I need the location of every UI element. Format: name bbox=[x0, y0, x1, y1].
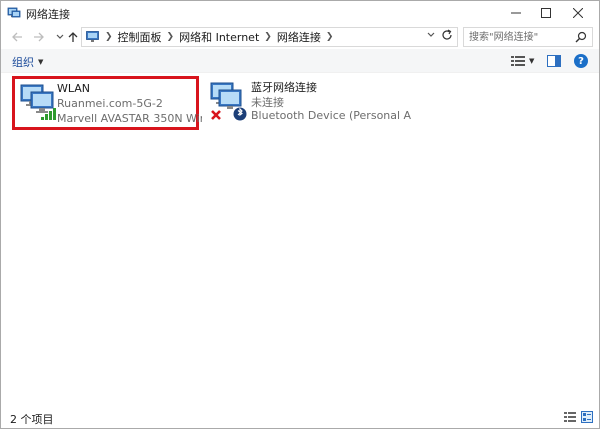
connection-status: Ruanmei.com-5G-2 bbox=[57, 97, 163, 110]
window-title: 网络连接 bbox=[26, 8, 70, 21]
breadcrumb-network-connections[interactable]: 网络连接 bbox=[277, 29, 321, 45]
close-icon bbox=[573, 8, 583, 18]
preview-pane-button[interactable] bbox=[547, 53, 561, 69]
breadcrumb: ❯ 控制面板 ❯ 网络和 Internet ❯ 网络连接 ❯ bbox=[100, 29, 338, 45]
search-icon[interactable] bbox=[575, 31, 587, 43]
up-arrow-icon bbox=[68, 32, 78, 42]
chevron-down-icon bbox=[56, 34, 64, 39]
maximize-icon bbox=[541, 8, 551, 18]
refresh-icon bbox=[442, 29, 452, 40]
refresh-button[interactable] bbox=[441, 29, 453, 45]
back-button[interactable] bbox=[9, 29, 25, 45]
wifi-signal-icon bbox=[20, 84, 56, 120]
forward-arrow-icon bbox=[34, 32, 44, 42]
connection-item-wlan[interactable]: WLAN Ruanmei.com-5G-2 Marvell AVASTAR 35… bbox=[12, 76, 202, 130]
breadcrumb-network-internet[interactable]: 网络和 Internet bbox=[179, 29, 259, 45]
close-button[interactable] bbox=[563, 1, 593, 25]
chevron-down-icon: ▼ bbox=[529, 57, 535, 65]
breadcrumb-separator-icon[interactable]: ❯ bbox=[264, 32, 272, 42]
breadcrumb-separator-icon: ❯ bbox=[105, 32, 113, 42]
address-bar[interactable]: ❯ 控制面板 ❯ 网络和 Internet ❯ 网络连接 ❯ bbox=[81, 27, 458, 47]
breadcrumb-separator-icon[interactable]: ❯ bbox=[326, 32, 334, 42]
chevron-down-icon: ▼ bbox=[38, 58, 44, 66]
breadcrumb-control-panel[interactable]: 控制面板 bbox=[118, 29, 162, 45]
control-panel-icon bbox=[86, 31, 99, 42]
connection-device: Marvell AVASTAR 350N Wirele... bbox=[57, 112, 202, 125]
preview-pane-icon bbox=[547, 55, 561, 67]
bluetooth-icon bbox=[210, 82, 247, 121]
up-button[interactable] bbox=[65, 29, 81, 45]
connection-name: WLAN bbox=[57, 82, 91, 95]
network-connections-icon bbox=[7, 7, 21, 18]
help-icon: ? bbox=[574, 54, 588, 68]
organize-menu-button[interactable]: 组织 ▼ bbox=[12, 54, 43, 70]
search-input[interactable] bbox=[464, 28, 574, 46]
title-bar[interactable]: 网络连接 bbox=[1, 1, 599, 25]
minimize-icon bbox=[511, 12, 521, 14]
view-options-icon bbox=[511, 56, 525, 66]
change-view-button[interactable]: ▼ bbox=[511, 53, 534, 69]
breadcrumb-separator-icon[interactable]: ❯ bbox=[167, 32, 175, 42]
minimize-button[interactable] bbox=[501, 1, 531, 25]
details-view-icon[interactable] bbox=[564, 411, 576, 423]
address-row: ❯ 控制面板 ❯ 网络和 Internet ❯ 网络连接 ❯ bbox=[1, 25, 599, 49]
connection-name: 蓝牙网络连接 bbox=[251, 81, 317, 94]
connection-device: Bluetooth Device (Personal Are... bbox=[251, 109, 411, 122]
address-history-button[interactable] bbox=[427, 31, 435, 40]
explorer-window: 网络连接 ❯ 控制面板 ❯ 网络和 Internet ❯ 网络连接 ❯ 搜索"网… bbox=[0, 0, 600, 429]
item-count: 2 个项目 bbox=[10, 413, 54, 426]
command-bar: 组织 ▼ ▼ ? bbox=[1, 49, 599, 73]
tiles-view-icon[interactable] bbox=[581, 411, 593, 423]
connection-item-bluetooth[interactable]: 蓝牙网络连接 未连接 Bluetooth Device (Personal Ar… bbox=[206, 79, 411, 133]
chevron-down-icon bbox=[427, 32, 435, 37]
status-bar: 2 个项目 bbox=[1, 406, 599, 428]
maximize-button[interactable] bbox=[531, 1, 561, 25]
connection-status: 未连接 bbox=[251, 96, 284, 109]
organize-label: 组织 bbox=[12, 56, 34, 69]
search-box[interactable] bbox=[463, 27, 593, 47]
forward-button[interactable] bbox=[31, 29, 47, 45]
help-button[interactable]: ? bbox=[574, 53, 588, 69]
back-arrow-icon bbox=[12, 32, 22, 42]
connections-list: WLAN Ruanmei.com-5G-2 Marvell AVASTAR 35… bbox=[1, 73, 599, 406]
